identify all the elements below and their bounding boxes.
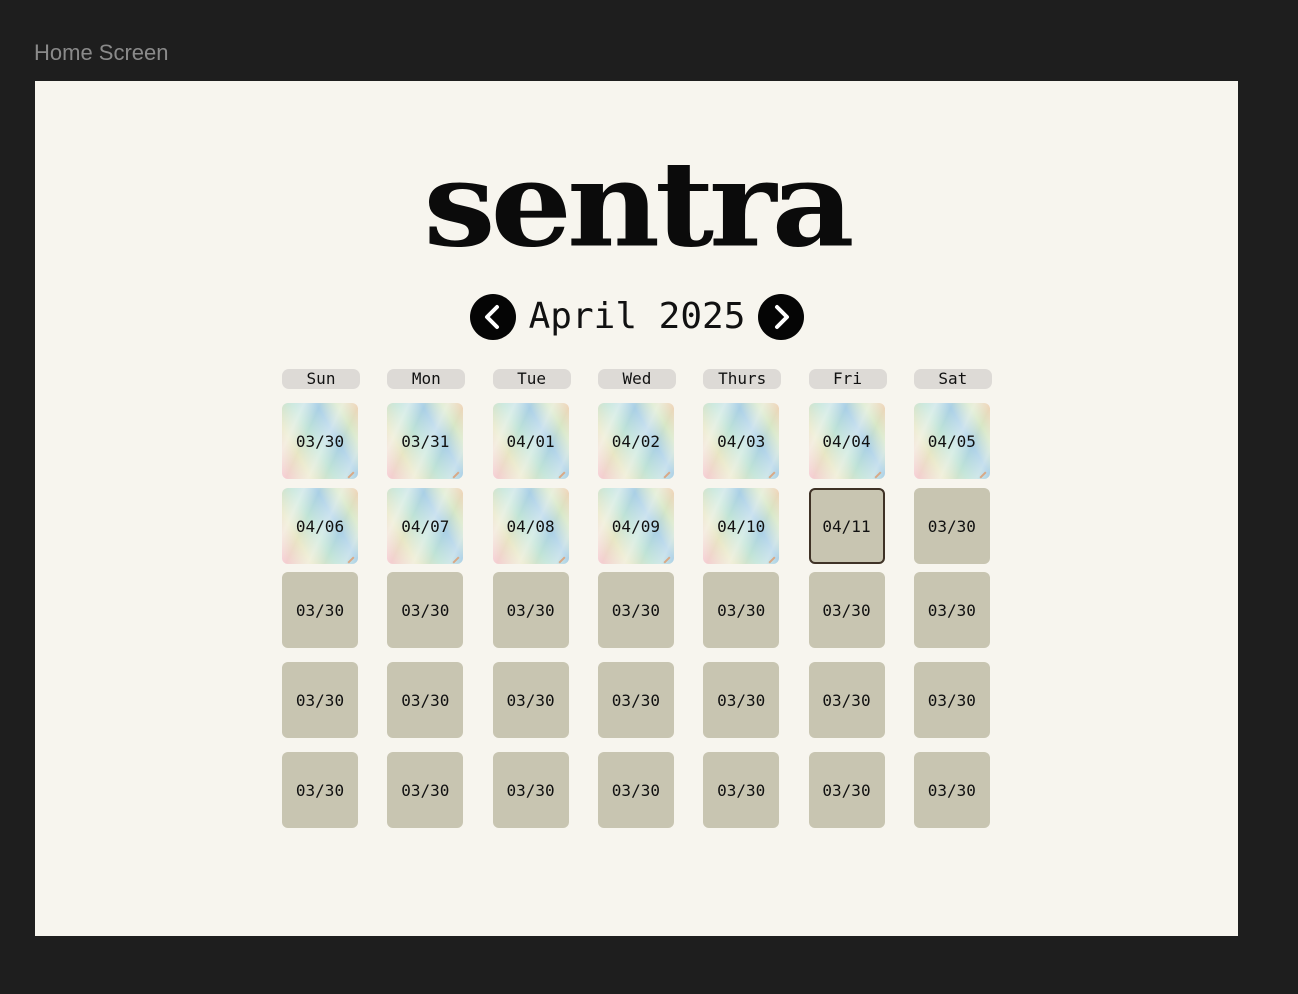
calendar-day[interactable]: 03/30 xyxy=(913,662,990,738)
calendar-day-label: 03/30 xyxy=(927,690,976,710)
calendar-day[interactable]: 03/30 xyxy=(703,662,780,738)
calendar-day-label: 03/30 xyxy=(822,780,871,800)
chevron-left-icon xyxy=(485,305,499,329)
calendar-day[interactable]: 04/03 xyxy=(703,403,780,479)
weekday-sat: Sat xyxy=(913,369,992,389)
calendar-day-label: 03/30 xyxy=(295,780,345,800)
calendar-day-label: 03/30 xyxy=(506,600,555,620)
calendar-day-label: 03/30 xyxy=(927,516,976,536)
calendar-day-label: 03/30 xyxy=(611,690,660,710)
calendar-day[interactable]: 03/30 xyxy=(282,403,358,479)
weekday-fri: Fri xyxy=(808,369,887,389)
calendar-day[interactable]: 04/05 xyxy=(913,403,990,479)
chevron-right-icon xyxy=(775,305,789,329)
calendar-day-label: 04/01 xyxy=(506,431,555,451)
weekday-thurs: Thurs xyxy=(703,369,782,389)
calendar-day[interactable]: 04/10 xyxy=(703,488,780,564)
calendar-grid: 03/30 03/31 04/01 04/02 04/03 04/04 04/05 04/06… xyxy=(282,403,994,828)
weekday-sun: Sun xyxy=(282,369,360,389)
calendar-day-label: 03/30 xyxy=(611,600,660,620)
calendar-day[interactable]: 03/30 xyxy=(913,752,990,828)
calendar-day-label: 04/02 xyxy=(611,431,660,451)
calendar-day-label: 04/10 xyxy=(717,516,766,536)
calendar-day[interactable]: 04/04 xyxy=(808,403,885,479)
calendar-day[interactable]: 03/30 xyxy=(808,662,885,738)
calendar-day-label: 03/30 xyxy=(717,690,766,710)
calendar-day[interactable]: 03/30 xyxy=(913,572,990,648)
weekday-wed: Wed xyxy=(597,369,676,389)
calendar-day[interactable]: 03/30 xyxy=(597,752,674,828)
calendar-day[interactable]: 03/30 xyxy=(387,572,464,648)
calendar-day[interactable]: 03/30 xyxy=(492,572,569,648)
calendar-day-label: 03/30 xyxy=(506,780,555,800)
calendar-day[interactable]: 03/30 xyxy=(282,572,358,648)
calendar-day[interactable]: 03/30 xyxy=(492,662,569,738)
month-title: April 2025 xyxy=(528,296,746,337)
home-screen-frame: sentra April 2025 Sun Mon Tue Wed Thurs Fri Sa… xyxy=(35,81,1238,936)
calendar-day[interactable]: 03/30 xyxy=(808,752,885,828)
calendar-day-label: 04/08 xyxy=(506,516,555,536)
calendar-day[interactable]: 03/30 xyxy=(387,662,464,738)
calendar-day[interactable]: 03/30 xyxy=(597,662,674,738)
calendar-day[interactable]: 03/30 xyxy=(703,752,780,828)
calendar-day[interactable]: 04/06 xyxy=(282,488,358,564)
calendar-day-label: 03/30 xyxy=(611,780,660,800)
calendar-day[interactable]: 03/30 xyxy=(808,572,885,648)
calendar-day[interactable]: 03/30 xyxy=(492,752,569,828)
weekday-mon: Mon xyxy=(387,369,466,389)
calendar-day-label: 04/04 xyxy=(822,431,871,451)
month-navigation: April 2025 xyxy=(470,294,804,340)
calendar-day[interactable]: 03/30 xyxy=(597,572,674,648)
calendar-day-label: 03/30 xyxy=(822,690,871,710)
calendar-day-label: 03/30 xyxy=(295,600,345,620)
calendar-day[interactable]: 03/30 xyxy=(913,488,990,564)
calendar-day-label: 04/06 xyxy=(295,516,345,536)
calendar-day-label: 03/31 xyxy=(401,431,450,451)
calendar-day-label: 03/30 xyxy=(295,431,345,451)
weekday-tue: Tue xyxy=(492,369,571,389)
calendar-day-label: 04/03 xyxy=(717,431,766,451)
calendar-day-label: 03/30 xyxy=(927,600,976,620)
calendar-day-label: 03/30 xyxy=(295,690,345,710)
calendar-day[interactable]: 03/30 xyxy=(387,752,464,828)
calendar-day[interactable]: 04/01 xyxy=(492,403,569,479)
calendar-day-label: 03/30 xyxy=(401,690,450,710)
calendar-day-label: 03/30 xyxy=(506,690,555,710)
calendar-day[interactable]: 03/30 xyxy=(703,572,780,648)
frame-label: Home Screen xyxy=(34,40,169,65)
previous-month-button[interactable] xyxy=(470,294,516,340)
calendar-day-label: 04/07 xyxy=(401,516,450,536)
calendar-day[interactable]: 04/07 xyxy=(387,488,464,564)
calendar-day-label: 03/30 xyxy=(822,600,871,620)
calendar-day-label: 03/30 xyxy=(927,780,976,800)
calendar-day[interactable]: 03/30 xyxy=(282,752,358,828)
calendar-day[interactable]: 03/31 xyxy=(387,403,464,479)
calendar-day-label: 03/30 xyxy=(717,600,766,620)
calendar-day[interactable]: 04/08 xyxy=(492,488,569,564)
calendar-day-label: 04/05 xyxy=(927,431,976,451)
calendar-day-selected[interactable]: 04/11 xyxy=(808,488,885,564)
calendar-day-label: 03/30 xyxy=(717,780,766,800)
calendar-day[interactable]: 04/09 xyxy=(597,488,674,564)
calendar-day[interactable]: 03/30 xyxy=(282,662,358,738)
calendar-day[interactable]: 04/02 xyxy=(597,403,674,479)
weekday-header: Sun Mon Tue Wed Thurs Fri Sat xyxy=(282,369,994,391)
calendar-day-label: 03/30 xyxy=(401,780,450,800)
calendar-day-label: 03/30 xyxy=(401,600,450,620)
calendar-day-label: 04/09 xyxy=(611,516,660,536)
app-logo: sentra xyxy=(423,136,854,274)
calendar-day-label: 04/11 xyxy=(822,516,871,536)
next-month-button[interactable] xyxy=(758,294,804,340)
